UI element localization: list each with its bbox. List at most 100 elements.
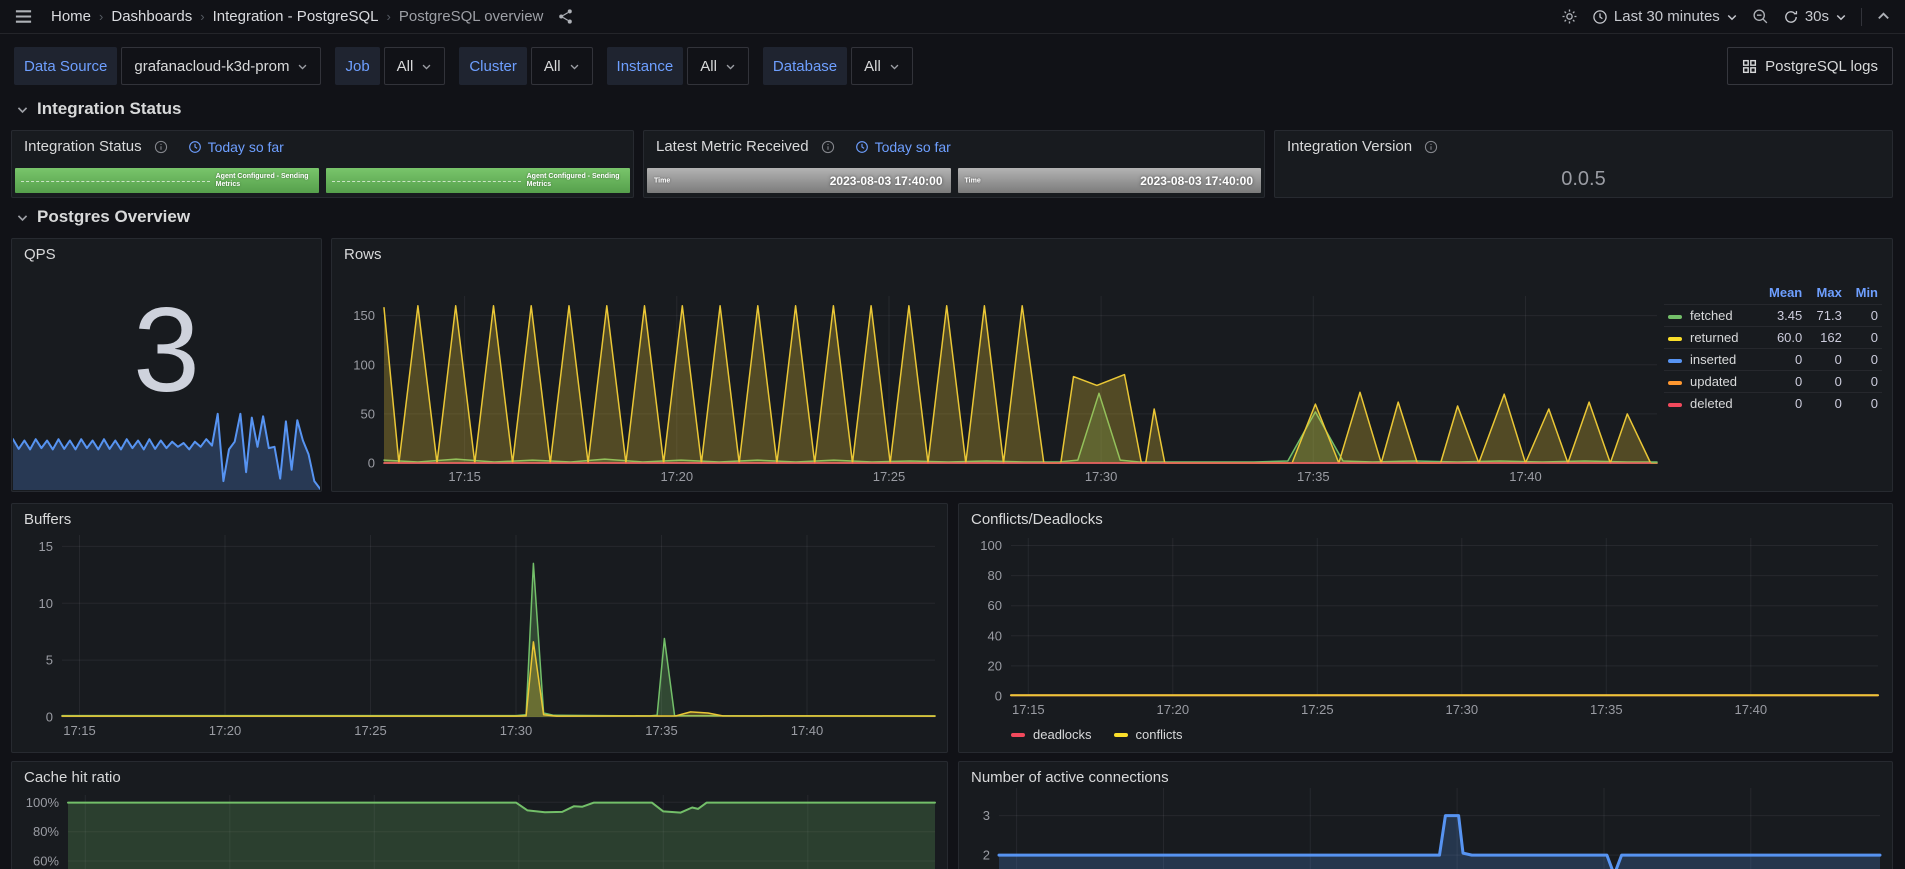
status-panels-row: Integration Status Today so far Agent Co… [11,130,1893,198]
time-range-picker[interactable]: Last 30 minutes [1592,8,1738,25]
panel-title[interactable]: Latest Metric Received [656,138,809,155]
hamburger-menu-icon[interactable] [14,7,33,26]
metric-time-bar[interactable]: Time 2023-08-03 17:40:00 [647,168,951,193]
status-timeline-bar[interactable]: Agent Configured - Sending Metrics [15,168,319,193]
breadcrumb-home[interactable]: Home [51,8,91,25]
svg-text:5: 5 [46,653,53,668]
latest-metric-bars: Time 2023-08-03 17:40:00 Time 2023-08-03… [647,168,1261,193]
svg-text:40: 40 [988,628,1002,643]
active-connections-chart[interactable]: 321017:1517:2017:2517:3017:3517:40 [959,762,1892,869]
dashboard-settings-gear-icon[interactable] [1561,8,1578,25]
divider [1861,7,1862,26]
svg-text:17:25: 17:25 [1301,702,1334,717]
refresh-picker[interactable]: 30s [1783,8,1847,25]
postgresql-logs-button[interactable]: PostgreSQL logs [1727,47,1893,85]
svg-text:100: 100 [353,357,375,372]
integration-version-panel: Integration Version 0.0.5 [1274,130,1893,198]
legend-max-header[interactable]: Max [1806,283,1846,305]
share-icon[interactable] [557,8,574,25]
panel-title[interactable]: Integration Version [1287,138,1412,155]
legend-mean-value: 0 [1757,392,1807,414]
buffers-chart[interactable]: 0 5 10 15 17:15 17:20 17:25 17:30 17:35 17:40 [12,504,947,752]
legend-series-toggle[interactable]: inserted [1664,348,1758,371]
chevron-down-icon [569,61,580,72]
breadcrumb-current-page: PostgreSQL overview [398,8,544,25]
job-label: Job [335,47,380,85]
database-label: Database [762,47,848,85]
rows-chart[interactable]: 0 50 100 150 17:15 17:20 17:25 17:30 17:35 17:40 [332,239,1892,491]
field-name: Time [964,177,981,184]
legend-row-returned: returned 60.0 162 0 [1664,326,1882,349]
conflicts-legend: deadlocks conflicts [1011,727,1183,742]
panel-title[interactable]: Integration Status [24,138,142,155]
info-icon[interactable] [1424,140,1438,154]
svg-text:2: 2 [983,848,990,863]
chevron-down-icon [16,103,29,116]
instance-select[interactable]: All [687,47,749,85]
integration-status-panel: Integration Status Today so far Agent Co… [11,130,634,198]
legend-mean-header[interactable]: Mean [1757,283,1806,305]
panel-time-info: Today so far [188,139,284,155]
grafana-dashboard: { "header": { "breadcrumbs": [ {"label":… [0,0,1905,869]
legend-max-value: 71.3 [1806,304,1846,327]
info-icon[interactable] [821,140,835,154]
svg-text:17:20: 17:20 [661,469,694,484]
svg-text:17:15: 17:15 [63,723,96,738]
buffers-conflicts-row: Buffers 0 5 10 15 17:15 17:20 17:25 17:30 17:35 1… [11,503,1893,753]
section-integration-status[interactable]: Integration Status [16,99,182,119]
svg-text:17:20: 17:20 [209,723,242,738]
status-timeline-bar[interactable]: Agent Configured - Sending Metrics [326,168,630,193]
chevron-down-icon [1726,11,1738,23]
job-select[interactable]: All [383,47,446,85]
datasource-select[interactable]: grafanacloud-k3d-prom [121,47,322,85]
legend-max-value: 162 [1806,326,1846,349]
legend-mean-value: 0 [1757,348,1807,371]
rows-panel: Rows 0 50 100 150 17:15 17:20 17:25 17:30 17:35 1… [331,238,1893,492]
info-icon[interactable] [154,140,168,154]
chevron-down-icon [725,61,736,72]
legend-min-header[interactable]: Min [1846,283,1882,305]
svg-text:17:20: 17:20 [1157,702,1190,717]
legend-min-value: 0 [1845,304,1882,327]
active-connections-panel: Number of active connections 321017:1517… [958,761,1893,869]
cache-hit-ratio-chart[interactable]: 100%80%60%40%20%0%17:1517:2017:2517:3017… [12,762,947,869]
series-swatch [1668,402,1682,407]
instance-variable: Instance All [606,47,749,85]
conflicts-deadlocks-chart[interactable]: 0 20 40 60 80 100 17:15 17:20 17:25 17:30 17:35 17:… [959,504,1892,752]
database-select[interactable]: All [851,47,913,85]
svg-text:60: 60 [988,598,1002,613]
svg-text:17:40: 17:40 [1735,702,1768,717]
breadcrumb: Home › Dashboards › Integration - Postgr… [51,8,543,25]
breadcrumb-separator: › [386,9,391,24]
svg-text:0: 0 [46,710,53,725]
section-postgres-overview[interactable]: Postgres Overview [16,207,190,227]
database-value: All [864,57,881,75]
svg-text:100: 100 [980,538,1002,553]
chevron-down-icon [421,61,432,72]
postgresql-logs-label: PostgreSQL logs [1765,57,1878,75]
cluster-select[interactable]: All [530,47,593,85]
breadcrumb-separator: › [99,9,104,24]
svg-text:15: 15 [39,539,53,554]
clock-icon [188,140,202,154]
series-swatch [1011,732,1025,737]
panel-title[interactable]: QPS [24,246,56,263]
collapse-topbar-caret-up-icon[interactable] [1876,9,1891,24]
legend-series-toggle[interactable]: conflicts [1113,727,1183,742]
qps-value: 3 [133,282,200,417]
breadcrumb-dashboards[interactable]: Dashboards [111,8,192,25]
legend-max-value: 0 [1806,348,1846,371]
svg-text:17:40: 17:40 [791,723,824,738]
section-title: Postgres Overview [37,207,191,226]
legend-series-toggle[interactable]: fetched [1664,304,1758,327]
legend-series-toggle[interactable]: deadlocks [1011,727,1092,742]
metric-time-bar[interactable]: Time 2023-08-03 17:40:00 [957,168,1261,193]
breadcrumb-integration-postgresql[interactable]: Integration - PostgreSQL [213,8,379,25]
legend-series-toggle[interactable]: updated [1664,370,1758,393]
series-swatch [1668,314,1682,319]
qps-sparkline-chart[interactable] [13,408,320,490]
zoom-out-time-icon[interactable] [1752,8,1769,25]
legend-series-toggle[interactable]: returned [1664,326,1758,349]
legend-mean-value: 0 [1757,370,1807,393]
legend-series-toggle[interactable]: deleted [1664,392,1758,414]
